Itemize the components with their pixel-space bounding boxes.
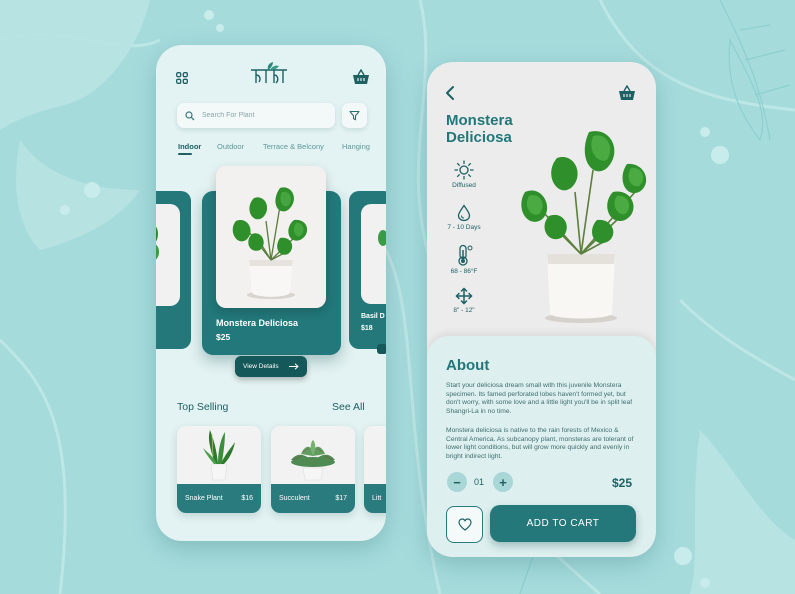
- add-to-cart-button[interactable]: ADD TO CART: [490, 505, 636, 542]
- favorite-button[interactable]: [446, 506, 483, 543]
- featured-plant-price: $25: [216, 332, 231, 342]
- next-plant-image: [378, 230, 386, 246]
- product-price: $25: [612, 476, 633, 490]
- top-selling-title: Top Selling: [177, 401, 229, 413]
- tab-terrace-belcony[interactable]: Terrace & Belcony: [263, 142, 324, 151]
- heart-icon: [457, 518, 472, 531]
- spec-temperature: 68 - 86°F: [442, 244, 486, 275]
- next-plant-card[interactable]: Basil D $18: [349, 191, 386, 354]
- search-bar[interactable]: [177, 103, 335, 128]
- tab-outdoor[interactable]: Outdoor: [217, 142, 244, 151]
- view-details-button[interactable]: View Details: [235, 356, 307, 377]
- spec-label: 8" - 12": [453, 307, 475, 314]
- chevron-left-icon[interactable]: [444, 85, 456, 101]
- spec-label: 68 - 86°F: [450, 268, 478, 275]
- about-paragraph-2: Monstera deliciosa is native to the rain…: [446, 427, 634, 460]
- search-input[interactable]: [202, 112, 332, 119]
- spec-light: Diffused: [442, 160, 486, 189]
- size-arrows-icon: [455, 287, 473, 305]
- quantity-value: 01: [474, 477, 485, 487]
- about-panel: About Start your deliciosa dream small w…: [427, 336, 656, 557]
- search-icon: [185, 110, 195, 120]
- grid-icon[interactable]: [176, 72, 188, 84]
- filter-button[interactable]: [342, 103, 367, 128]
- category-tabs: Indoor Outdoor Terrace & Belcony Hanging: [156, 142, 386, 158]
- previous-plant-image: [156, 226, 159, 260]
- about-paragraph-1: Start your deliciosa dream small with th…: [446, 382, 633, 415]
- spec-label: Diffused: [452, 182, 476, 189]
- succulent-image: [291, 440, 335, 481]
- background-foliage: [0, 0, 795, 594]
- product-card-partial[interactable]: Litt: [364, 426, 386, 513]
- water-drop-icon: [457, 204, 471, 222]
- product-name: Succulent: [279, 495, 310, 502]
- tab-hanging[interactable]: Hanging: [342, 142, 370, 151]
- see-all-link[interactable]: See All: [332, 401, 365, 413]
- active-tab-indicator: [178, 153, 192, 155]
- view-details-label: View Details: [243, 363, 279, 370]
- tab-indoor[interactable]: Indoor: [178, 142, 201, 151]
- product-name: Litt: [372, 495, 382, 502]
- product-price: $17: [335, 495, 347, 502]
- sun-icon: [454, 160, 474, 180]
- featured-plant-image: [216, 166, 326, 308]
- spec-watering: 7 - 10 Days: [442, 204, 486, 231]
- arrow-right-icon: [289, 363, 299, 370]
- product-name: Snake Plant: [185, 495, 223, 502]
- product-card-snake-plant[interactable]: Snake Plant $16: [177, 426, 261, 513]
- basket-icon[interactable]: [618, 85, 636, 101]
- increase-quantity-button[interactable]: +: [493, 472, 513, 492]
- monstera-plant-image: [521, 131, 647, 323]
- app-logo: [249, 61, 289, 85]
- decrease-quantity-button[interactable]: −: [447, 472, 467, 492]
- featured-plant-card[interactable]: Monstera Deliciosa $25: [202, 166, 341, 355]
- next-plant-name: Basil D: [361, 313, 385, 320]
- product-detail-screen: Monstera Deliciosa Diffused 7 - 10 Days …: [427, 62, 656, 557]
- snake-plant-image: [203, 430, 235, 481]
- thermometer-icon: [458, 244, 473, 266]
- home-screen: Indoor Outdoor Terrace & Belcony Hanging: [156, 45, 386, 541]
- about-title: About: [446, 357, 490, 374]
- previous-plant-card[interactable]: [156, 191, 191, 349]
- spec-label: 7 - 10 Days: [447, 224, 481, 231]
- filter-icon: [349, 110, 360, 121]
- product-card-succulent[interactable]: Succulent $17: [271, 426, 355, 513]
- product-price: $16: [241, 495, 253, 502]
- featured-plant-name: Monstera Deliciosa: [216, 318, 299, 328]
- next-plant-price: $18: [361, 325, 373, 332]
- basket-icon[interactable]: [352, 69, 370, 85]
- spec-size: 8" - 12": [442, 287, 486, 314]
